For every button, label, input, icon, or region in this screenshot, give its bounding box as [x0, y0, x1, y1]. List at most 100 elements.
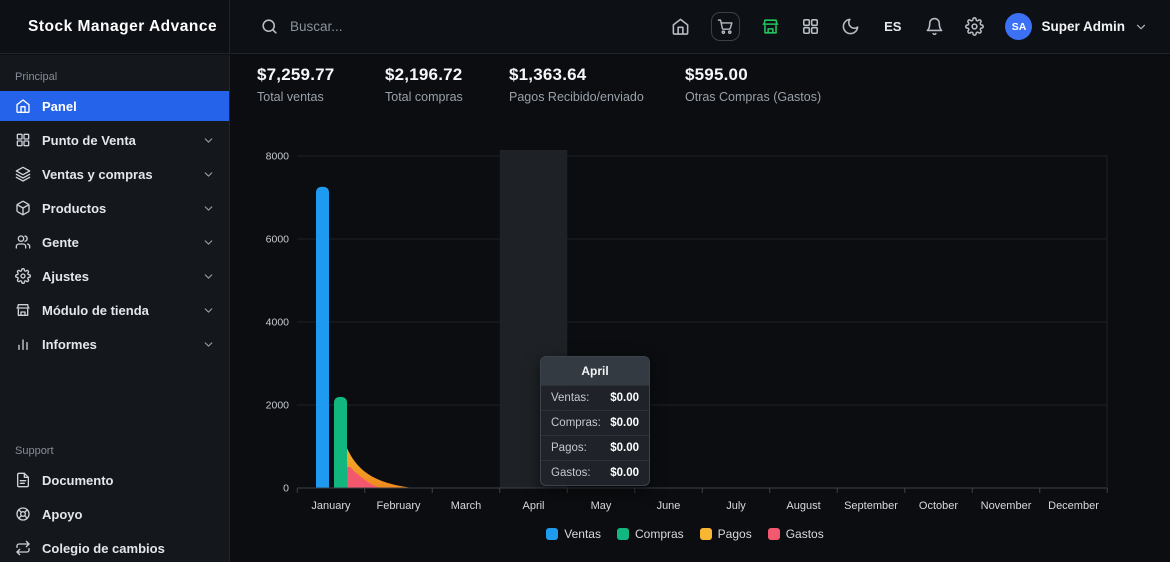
sidebar-item-label: Módulo de tienda	[42, 303, 149, 318]
y-tick-label: 0	[283, 483, 289, 495]
dark-mode-icon[interactable]	[841, 17, 860, 36]
month-label: September	[844, 500, 898, 512]
tooltip-row: Compras:$0.00	[541, 410, 649, 435]
month-label: November	[981, 500, 1032, 512]
tooltip-row: Pagos:$0.00	[541, 435, 649, 460]
series-ventas	[316, 187, 329, 488]
series-compras	[334, 397, 347, 488]
tooltip-row-label: Gastos:	[551, 467, 591, 479]
sidebar-item-label: Ajustes	[42, 269, 89, 284]
tooltip-row-value: $0.00	[610, 417, 639, 429]
chevron-down-icon	[202, 134, 215, 147]
month-label: June	[657, 500, 681, 512]
home-icon	[15, 98, 31, 114]
sidebar-item-apoyo[interactable]: Apoyo	[0, 499, 229, 529]
chart-legend: Ventas Compras Pagos Gastos	[250, 527, 1120, 541]
sidebar-item-label: Apoyo	[42, 507, 82, 522]
chevron-down-icon	[202, 168, 215, 181]
sidebar-item-colegio-de-cambios[interactable]: Colegio de cambios	[0, 533, 229, 562]
stat-card-total-ventas: $7,259.77 Total ventas	[257, 65, 385, 104]
cart-button[interactable]	[711, 12, 740, 41]
chevron-down-icon	[202, 304, 215, 317]
stat-card-pagos-recibido-enviado: $1,363.64Pagos Recibido/enviado	[509, 65, 685, 104]
tooltip-row: Ventas: $0.00	[541, 385, 649, 410]
stat-value: $2,196.72	[385, 65, 509, 85]
topbar: Stock Manager Advance ES SA Super Admin	[0, 0, 1170, 54]
exchange-icon	[15, 540, 31, 556]
tooltip-title: April	[541, 357, 649, 385]
y-tick-label: 8000	[266, 151, 290, 163]
gear-icon	[15, 268, 31, 284]
main-content: $7,259.77 Total ventas$2,196.72Total comp…	[230, 55, 1170, 562]
apps-icon[interactable]	[801, 17, 820, 36]
sidebar-item-informes[interactable]: Informes	[0, 329, 229, 359]
bar-chart-icon	[15, 336, 31, 352]
search-icon	[260, 17, 279, 36]
sidebar-item-panel[interactable]: Panel	[0, 91, 229, 121]
notifications-bell-icon[interactable]	[925, 17, 944, 36]
sidebar-section-label: Support	[15, 445, 229, 457]
tooltip-row-value: $0.00	[610, 467, 639, 479]
app-title: Stock Manager Advance	[28, 18, 217, 36]
search-bar	[260, 17, 490, 36]
stat-card-otras-compras-gastos: $595.00 Otras Compras (Gastos)	[685, 65, 1170, 104]
user-menu[interactable]: SA Super Admin	[1005, 13, 1148, 40]
document-icon	[15, 472, 31, 488]
legend-label: Ventas	[564, 527, 601, 541]
sidebar-item-punto-de-venta[interactable]: Punto de Venta	[0, 125, 229, 155]
chevron-down-icon	[202, 270, 215, 283]
tooltip-row-label: Ventas:	[551, 392, 589, 404]
y-tick-label: 2000	[266, 400, 290, 412]
sidebar-section: PrincipalPanelPunto de VentaVentas y com…	[0, 71, 229, 359]
month-label: February	[376, 500, 421, 512]
tooltip-rows: Ventas:$0.00Compras:$0.00Pagos:$0.00Gast…	[541, 385, 649, 485]
chevron-down-icon	[202, 236, 215, 249]
sidebar-item-label: Ventas y compras	[42, 167, 153, 182]
tooltip-row-value: $0.00	[610, 392, 639, 404]
month-label: December	[1048, 500, 1099, 512]
month-label: October	[919, 500, 958, 512]
life-buoy-icon	[15, 506, 31, 522]
stat-value: $7,259.77	[257, 65, 385, 85]
stat-value: $595.00	[685, 65, 1170, 85]
legend-swatch	[700, 528, 712, 540]
sidebar-item-modulo-de-tienda[interactable]: Módulo de tienda	[0, 295, 229, 325]
sidebar-item-label: Informes	[42, 337, 97, 352]
sidebar-item-label: Gente	[42, 235, 79, 250]
sidebar-item-label: Panel	[42, 99, 77, 114]
sidebar-item-label: Documento	[42, 473, 114, 488]
settings-gear-icon[interactable]	[965, 17, 984, 36]
legend-swatch	[546, 528, 558, 540]
month-label: July	[726, 500, 746, 512]
stat-label: Otras Compras (Gastos)	[685, 90, 1170, 104]
store-icon	[15, 302, 31, 318]
legend-item-pagos[interactable]: Pagos	[700, 527, 752, 541]
y-tick-label: 6000	[266, 234, 290, 246]
month-label: March	[451, 500, 482, 512]
stat-value: $1,363.64	[509, 65, 685, 85]
home-icon[interactable]	[671, 17, 690, 36]
stat-card-total-compras: $2,196.72Total compras	[385, 65, 509, 104]
sidebar-item-documento[interactable]: Documento	[0, 465, 229, 495]
tooltip-row-label: Pagos:	[551, 442, 587, 454]
month-label: January	[311, 500, 351, 512]
stat-label: Total ventas	[257, 90, 385, 104]
sidebar-item-ajustes[interactable]: Ajustes	[0, 261, 229, 291]
store-icon[interactable]	[761, 17, 780, 36]
chart-canvas[interactable]: 02000400060008000JanuaryFebruaryMarchApr…	[250, 144, 1120, 516]
legend-item-gastos[interactable]: Gastos	[768, 527, 824, 541]
sales-overview-chart[interactable]: 02000400060008000JanuaryFebruaryMarchApr…	[250, 144, 1130, 541]
legend-item-ventas[interactable]: Ventas	[546, 527, 601, 541]
legend-item-compras[interactable]: Compras	[617, 527, 684, 541]
layers-icon	[15, 166, 31, 182]
avatar: SA	[1005, 13, 1032, 40]
app-logo: Stock Manager Advance	[0, 0, 230, 53]
chevron-down-icon	[202, 202, 215, 215]
language-selector[interactable]: ES	[884, 19, 901, 34]
chart-tooltip: April Ventas:$0.00Compras:$0.00Pagos:$0.…	[540, 356, 650, 486]
sidebar-item-productos[interactable]: Productos	[0, 193, 229, 223]
search-input[interactable]	[290, 19, 490, 34]
sidebar-item-ventas-y-compras[interactable]: Ventas y compras	[0, 159, 229, 189]
sidebar-item-label: Colegio de cambios	[42, 541, 165, 556]
sidebar-item-gente[interactable]: Gente	[0, 227, 229, 257]
